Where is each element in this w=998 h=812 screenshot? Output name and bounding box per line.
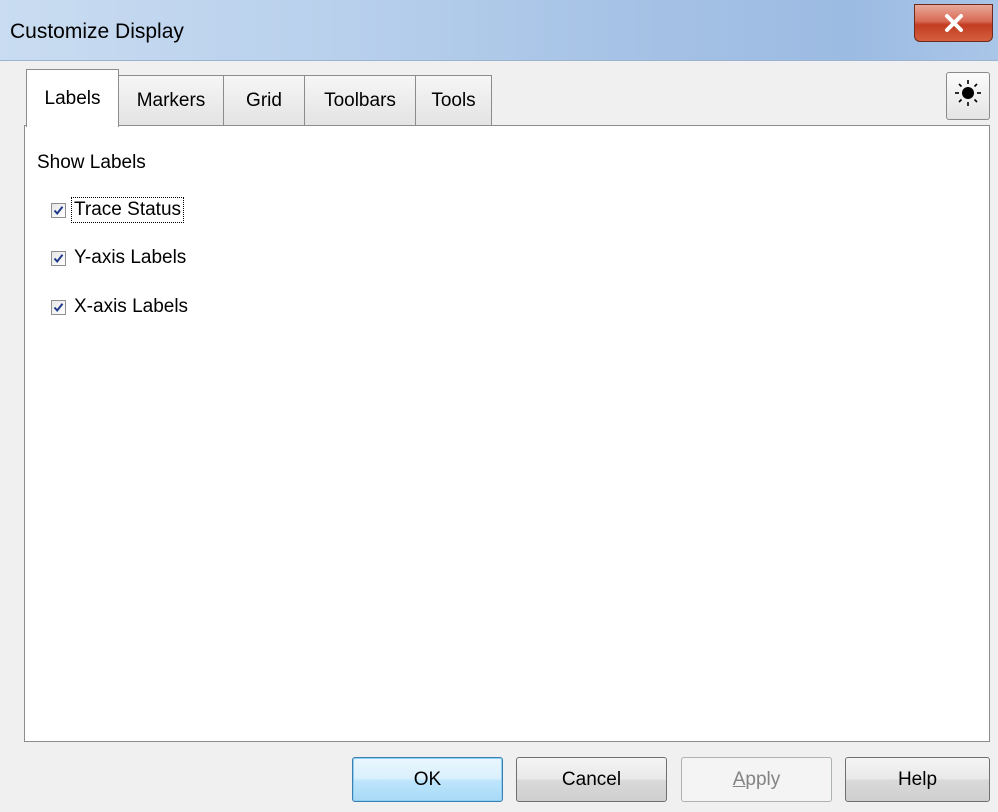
sun-icon (953, 78, 983, 114)
show-labels-heading: Show Labels (37, 152, 146, 173)
y-axis-labels-label[interactable]: Y-axis Labels (72, 246, 188, 270)
checkmark-icon (53, 205, 64, 215)
tab-toolbars[interactable]: Toolbars (304, 75, 416, 126)
tab-tools[interactable]: Tools (415, 75, 492, 126)
cancel-button[interactable]: Cancel (516, 757, 667, 802)
help-button[interactable]: Help (845, 757, 990, 802)
customize-display-dialog: Customize Display Labels Markers Grid To… (0, 0, 998, 812)
checkmark-icon (53, 302, 64, 312)
trace-status-option[interactable]: Trace Status (51, 197, 185, 223)
close-icon (944, 13, 964, 33)
tab-label: Grid (246, 90, 282, 111)
apply-mnemonic: A (732, 768, 746, 790)
checkmark-icon (53, 253, 64, 263)
tab-markers[interactable]: Markers (118, 75, 224, 126)
apply-button[interactable]: Apply (681, 757, 832, 802)
tab-label: Tools (431, 90, 476, 111)
ok-button-label: OK (413, 768, 442, 790)
tab-label: Toolbars (324, 90, 396, 111)
window-title: Customize Display (10, 20, 184, 43)
close-button[interactable] (914, 4, 993, 42)
x-axis-labels-checkbox[interactable] (51, 299, 66, 315)
y-axis-labels-option[interactable]: Y-axis Labels (51, 246, 188, 270)
tab-label: Markers (136, 90, 206, 111)
trace-status-checkbox[interactable] (51, 202, 66, 218)
brightness-button[interactable] (946, 72, 990, 120)
tab-grid[interactable]: Grid (223, 75, 305, 126)
trace-status-label[interactable]: Trace Status (70, 197, 185, 223)
help-button-label: Help (897, 768, 938, 790)
apply-label-rest: pply (745, 768, 781, 790)
x-axis-labels-label[interactable]: X-axis Labels (72, 295, 190, 319)
y-axis-labels-checkbox[interactable] (51, 250, 66, 266)
x-axis-labels-option[interactable]: X-axis Labels (51, 295, 190, 319)
apply-button-label: Apply (733, 769, 781, 791)
title-bar[interactable]: Customize Display (0, 0, 998, 61)
cancel-button-label: Cancel (561, 768, 622, 790)
ok-button[interactable]: OK (352, 757, 503, 802)
tab-label: Labels (44, 87, 101, 109)
tab-labels[interactable]: Labels (26, 69, 119, 127)
